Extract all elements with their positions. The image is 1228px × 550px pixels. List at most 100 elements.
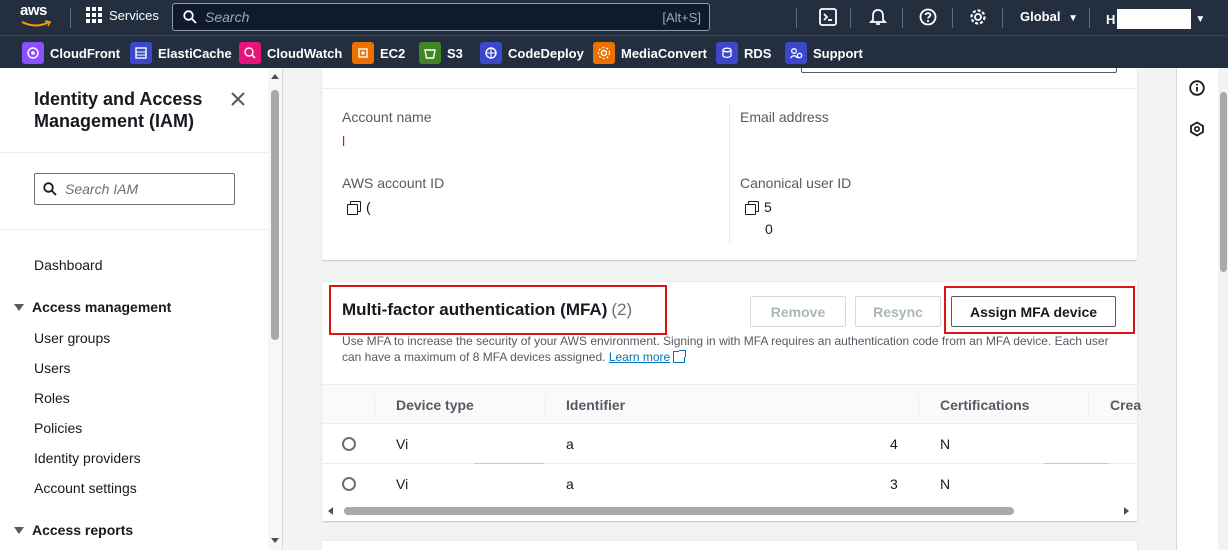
sidebar-section-access-reports[interactable]: Access reports — [14, 522, 133, 538]
notifications-bell-icon[interactable] — [869, 8, 887, 26]
scroll-right-arrow-icon[interactable] — [1124, 507, 1129, 515]
sidebar-item-user-groups[interactable]: User groups — [34, 330, 110, 346]
column-created[interactable]: Crea — [1110, 397, 1141, 413]
scroll-down-arrow-icon[interactable] — [271, 538, 279, 543]
info-icon[interactable] — [1189, 80, 1205, 96]
favorite-label: CodeDeploy — [508, 45, 584, 61]
sidebar-item-dashboard[interactable]: Dashboard — [34, 257, 103, 273]
scroll-left-arrow-icon[interactable] — [328, 507, 333, 515]
close-icon[interactable] — [229, 90, 247, 108]
favorite-ec2[interactable]: EC2 — [352, 42, 405, 64]
rds-icon — [716, 42, 738, 64]
nav-divider — [1089, 8, 1090, 28]
column-separator — [374, 394, 375, 416]
resync-button[interactable]: Resync — [855, 296, 941, 327]
search-iam-input[interactable]: Search IAM — [34, 173, 235, 205]
favorite-cloudwatch[interactable]: CloudWatch — [239, 42, 342, 64]
highlight-box-mfa-title — [329, 285, 667, 335]
row-radio-button[interactable] — [342, 477, 356, 491]
column-device-type[interactable]: Device type — [396, 397, 474, 413]
partial-button-edge — [801, 68, 1117, 73]
codedeploy-icon — [480, 42, 502, 64]
column-separator — [1088, 394, 1089, 416]
services-button[interactable]: Services — [86, 7, 159, 23]
settings-gear-icon[interactable] — [969, 8, 987, 26]
row-radio-button[interactable] — [342, 437, 356, 451]
caret-down-icon — [14, 303, 24, 311]
nav-divider — [796, 8, 797, 28]
favorite-rds[interactable]: RDS — [716, 42, 771, 64]
account-menu[interactable]: H ▼ — [1106, 9, 1205, 29]
identifier-suffix-cell: 4 — [890, 436, 898, 452]
chevron-down-icon: ▼ — [1068, 13, 1078, 24]
favorites-bar: CloudFront ElastiCache CloudWatch EC2 S3… — [0, 35, 1228, 68]
favorite-mediaconvert[interactable]: MediaConvert — [593, 42, 707, 64]
device-type-cell: Vi — [396, 436, 409, 452]
global-search-input[interactable]: Search [Alt+S] — [172, 3, 710, 31]
region-label: Global — [1020, 9, 1061, 24]
nav-divider — [850, 8, 851, 28]
column-divider — [729, 104, 730, 244]
table-row[interactable]: Vi a 3 N — [322, 464, 1137, 504]
account-id-text: ( — [366, 199, 371, 215]
learn-more-link[interactable]: Learn more — [609, 350, 670, 364]
top-navigation: aws Services Search [Alt+S] Global ▼ H ▼ — [0, 0, 1228, 35]
identifier-cell: a — [566, 476, 574, 492]
account-name-value: l — [342, 133, 346, 149]
ec2-icon — [352, 42, 374, 64]
external-link-icon[interactable] — [673, 350, 687, 363]
remove-button[interactable]: Remove — [750, 296, 846, 327]
nav-divider — [1002, 8, 1003, 28]
table-horizontal-scrollbar[interactable] — [322, 503, 1137, 519]
sidebar-item-roles[interactable]: Roles — [34, 390, 70, 406]
scrollbar-thumb[interactable] — [271, 90, 279, 340]
sidebar-item-policies[interactable]: Policies — [34, 420, 82, 436]
search-placeholder: Search — [205, 9, 250, 25]
favorite-support[interactable]: Support — [785, 42, 863, 64]
scroll-up-arrow-icon[interactable] — [271, 74, 279, 79]
favorite-cloudfront[interactable]: CloudFront — [22, 42, 120, 64]
favorite-label: CloudFront — [50, 45, 121, 61]
nav-divider — [70, 8, 71, 28]
section-label: Access reports — [32, 522, 134, 538]
favorite-codedeploy[interactable]: CodeDeploy — [480, 42, 584, 64]
region-selector[interactable]: Global ▼ — [1020, 9, 1078, 24]
services-label: Services — [109, 7, 159, 23]
sidebar-scrollbar[interactable] — [268, 68, 282, 550]
identifier-suffix-cell: 3 — [890, 476, 898, 492]
caret-down-icon — [14, 526, 24, 534]
account-initial: H — [1106, 11, 1116, 27]
iam-sidebar: Identity and Access Management (IAM) Sea… — [0, 68, 283, 550]
sidebar-section-access-management[interactable]: Access management — [14, 299, 171, 315]
favorite-s3[interactable]: S3 — [419, 42, 463, 64]
help-icon[interactable] — [919, 8, 937, 26]
scrollbar-thumb[interactable] — [1220, 92, 1227, 272]
table-row[interactable]: Vi a 4 N — [322, 424, 1137, 464]
sidebar-item-users[interactable]: Users — [34, 360, 71, 376]
redacted-account-name — [1117, 9, 1192, 29]
search-shortcut: [Alt+S] — [662, 10, 701, 25]
favorite-label: S3 — [447, 45, 463, 61]
canonical-user-id-label: Canonical user ID — [740, 175, 852, 191]
column-certifications[interactable]: Certifications — [940, 397, 1029, 413]
copy-icon[interactable] — [347, 200, 361, 215]
page-scrollbar[interactable] — [1218, 68, 1228, 550]
column-identifier[interactable]: Identifier — [566, 397, 625, 413]
scrollbar-thumb[interactable] — [344, 507, 1014, 515]
cloudshell-icon[interactable] — [819, 8, 837, 26]
sidebar-item-account-settings[interactable]: Account settings — [34, 480, 137, 496]
favorite-elasticache[interactable]: ElastiCache — [130, 42, 232, 64]
cloudwatch-icon — [239, 42, 261, 64]
hexagon-settings-icon[interactable] — [1189, 121, 1205, 137]
canonical-id-text-line-2: 0 — [765, 221, 773, 237]
section-label: Access management — [32, 299, 172, 315]
favorite-label: ElastiCache — [158, 45, 232, 61]
copy-icon[interactable] — [745, 200, 759, 215]
aws-logo[interactable]: aws — [20, 3, 54, 30]
nav-divider — [902, 8, 903, 28]
chevron-down-icon: ▼ — [1195, 13, 1206, 25]
favorite-label: RDS — [744, 45, 772, 61]
elasticache-icon — [130, 42, 152, 64]
help-panel-rail — [1176, 68, 1218, 550]
sidebar-item-identity-providers[interactable]: Identity providers — [34, 450, 141, 466]
